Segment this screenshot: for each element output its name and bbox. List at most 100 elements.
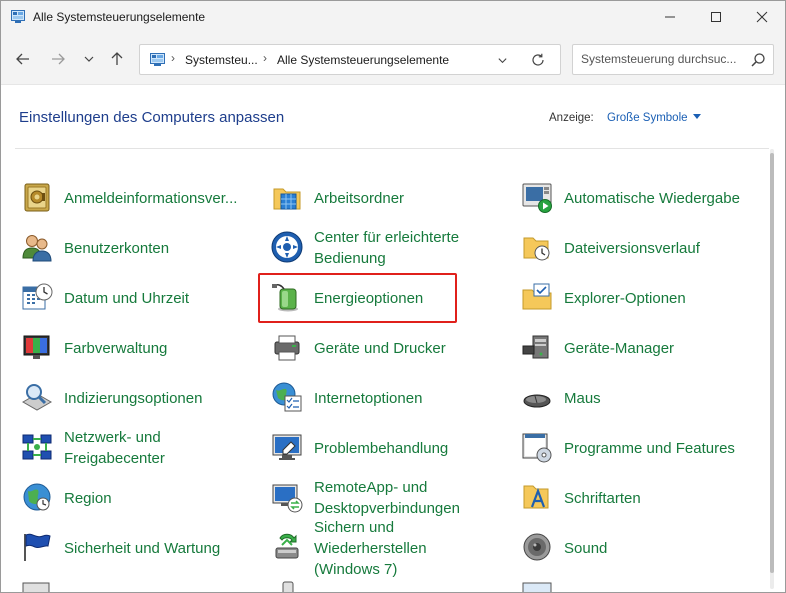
item-label: Arbeitsordner	[314, 189, 405, 207]
item-backup-restore[interactable]: Sichern und Wiederherstellen (Windows 7)	[270, 519, 510, 578]
arrow-up-icon	[111, 52, 123, 65]
item-label: Indizierungsoptionen	[64, 389, 203, 407]
item-network-sharing[interactable]: Netzwerk- und Freigabecenter	[20, 426, 260, 470]
close-button[interactable]	[739, 1, 785, 33]
fonts-icon	[523, 485, 549, 509]
back-button[interactable]	[11, 47, 35, 71]
caret-down-icon	[692, 114, 701, 120]
search-input[interactable]	[581, 52, 741, 66]
item-security-maintenance[interactable]: Sicherheit und Wartung	[20, 526, 260, 570]
file-history-icon	[523, 237, 550, 261]
refresh-icon	[532, 53, 544, 66]
device-manager-icon	[522, 335, 549, 359]
partial-item-icon	[522, 582, 552, 592]
ease-of-access-icon	[271, 231, 303, 263]
autoplay-icon	[522, 183, 552, 213]
item-label: Programme und Features	[564, 439, 735, 457]
maximize-icon	[711, 12, 721, 22]
region-icon	[23, 483, 51, 511]
breadcrumb-item[interactable]: Alle Systemsteuerungselemente	[277, 53, 449, 67]
item-label-line: Wiederherstellen	[314, 539, 427, 557]
chevron-down-icon	[84, 56, 94, 62]
item-internet-options[interactable]: Internetoptionen	[270, 376, 510, 420]
credential-manager-icon	[24, 183, 50, 212]
item-label: Schriftarten	[564, 489, 641, 507]
page-title: Einstellungen des Computers anpassen	[19, 109, 285, 126]
minimize-button[interactable]	[647, 1, 693, 33]
item-label: Sichern und Wiederherstellen (Windows 7)	[314, 519, 427, 578]
item-fonts[interactable]: Schriftarten	[520, 476, 760, 520]
internet-options-icon	[272, 382, 302, 412]
item-label: Sound	[564, 539, 608, 557]
search-box[interactable]	[572, 44, 774, 75]
forward-button[interactable]	[46, 47, 70, 71]
item-label: Sicherheit und Wartung	[64, 539, 221, 557]
date-time-icon	[22, 283, 53, 310]
item-label: Region	[64, 489, 112, 507]
refresh-button[interactable]	[527, 51, 549, 69]
user-accounts-icon	[22, 235, 52, 262]
scrollbar-thumb[interactable]	[770, 153, 774, 573]
sound-icon	[523, 533, 551, 561]
arrow-left-icon	[16, 53, 29, 65]
breadcrumb-item[interactable]: Systemsteu...	[185, 53, 258, 67]
work-folders-icon	[273, 188, 301, 210]
close-icon	[756, 11, 768, 23]
item-sound[interactable]: Sound	[520, 526, 760, 570]
highlight-box	[258, 273, 457, 323]
divider	[15, 148, 769, 149]
minimize-icon	[665, 16, 675, 18]
item-indexing-options[interactable]: Indizierungsoptionen	[20, 376, 260, 420]
view-mode-value: Große Symbole	[607, 112, 688, 124]
explorer-options-icon	[522, 283, 552, 310]
address-dropdown-button[interactable]	[494, 53, 510, 67]
item-file-history[interactable]: Dateiversionsverlauf	[520, 226, 760, 270]
color-management-icon	[23, 335, 50, 359]
item-date-time[interactable]: Datum und Uhrzeit	[20, 276, 260, 320]
item-troubleshooting[interactable]: Problembehandlung	[270, 426, 510, 470]
item-region[interactable]: Region	[20, 476, 260, 520]
item-label-line: (Windows 7)	[314, 560, 398, 578]
item-label: Problembehandlung	[314, 439, 449, 457]
item-work-folders[interactable]: Arbeitsordner	[270, 176, 510, 220]
item-explorer-options[interactable]: Explorer-Optionen	[520, 276, 760, 320]
troubleshooting-icon	[272, 434, 302, 460]
item-user-accounts[interactable]: Benutzerkonten	[20, 226, 260, 270]
title-bar: Alle Systemsteuerungselemente	[1, 1, 785, 33]
item-autoplay[interactable]: Automatische Wiedergabe	[520, 176, 760, 220]
item-label-line: Netzwerk- und	[64, 429, 161, 446]
item-ease-of-access[interactable]: Center für erleichterte Bedienung	[270, 226, 510, 270]
item-device-manager[interactable]: Geräte-Manager	[520, 326, 760, 370]
item-label-line: Bedienung	[314, 250, 386, 267]
indexing-options-icon	[21, 384, 53, 411]
item-label-line: Sichern und	[314, 518, 395, 536]
item-remoteapp[interactable]: RemoteApp- und Desktopverbindungen	[270, 476, 510, 520]
view-mode-dropdown[interactable]: Große Symbole	[607, 112, 701, 124]
up-button[interactable]	[105, 47, 129, 71]
item-color-management[interactable]: Farbverwaltung	[20, 326, 260, 370]
partial-item-icon	[22, 582, 50, 592]
address-bar[interactable]: › Systemsteu... › Alle Systemsteuerungse…	[139, 44, 561, 75]
item-label-line: Freigabecenter	[64, 450, 165, 467]
item-label: Anmeldeinformationsver...	[64, 189, 238, 207]
item-label: Datum und Uhrzeit	[64, 289, 190, 307]
partial-item-icon	[282, 581, 294, 592]
item-credential-manager[interactable]: Anmeldeinformationsver...	[20, 176, 260, 220]
item-mouse[interactable]: Maus	[520, 376, 760, 420]
item-programs-features[interactable]: Programme und Features	[520, 426, 760, 470]
item-label: RemoteApp- und Desktopverbindungen	[314, 476, 460, 520]
vertical-scrollbar[interactable]	[770, 149, 774, 589]
arrow-right-icon	[52, 53, 65, 65]
maximize-button[interactable]	[693, 1, 739, 33]
mouse-icon	[523, 394, 551, 408]
backup-restore-icon	[275, 533, 299, 559]
item-label: Farbverwaltung	[64, 339, 168, 357]
security-maintenance-icon	[24, 533, 51, 561]
devices-printers-icon	[274, 335, 300, 361]
item-devices-printers[interactable]: Geräte und Drucker	[270, 326, 510, 370]
programs-features-icon	[522, 433, 552, 463]
item-label: Explorer-Optionen	[564, 289, 686, 307]
breadcrumb-separator-icon: ›	[171, 51, 175, 65]
recent-locations-button[interactable]	[77, 47, 101, 71]
item-label-line: Center für erleichterte	[314, 229, 460, 246]
